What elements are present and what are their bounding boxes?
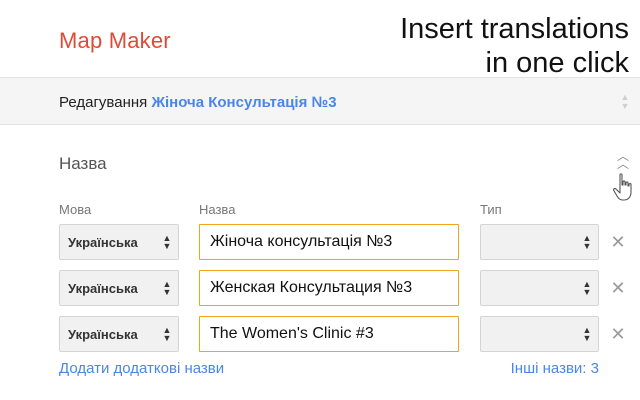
select-arrows-icon: ▲ ▼ xyxy=(162,325,172,343)
select-arrows-icon: ▲ ▼ xyxy=(162,233,172,251)
language-select[interactable]: Українська ▲ ▼ xyxy=(59,316,179,352)
editing-label: Редагування Жіноча Консультація №3 xyxy=(59,94,337,111)
select-arrows-icon: ▲ ▼ xyxy=(162,279,172,297)
language-select-value: Українська xyxy=(68,235,138,250)
feature-name-link[interactable]: Жіноча Консультація №3 xyxy=(151,94,336,111)
type-select[interactable]: ▲ ▼ xyxy=(480,270,599,306)
language-select-value: Українська xyxy=(68,327,138,342)
remove-icon[interactable]: ✕ xyxy=(609,324,627,344)
remove-icon[interactable]: ✕ xyxy=(609,232,627,252)
select-arrows-icon: ▲ ▼ xyxy=(582,233,592,251)
column-label-name: Назва xyxy=(199,202,236,217)
app-title: Map Maker xyxy=(59,28,171,53)
column-label-language: Мова xyxy=(59,202,92,217)
add-names-link[interactable]: Додати додаткові назви xyxy=(59,360,224,377)
type-select[interactable]: ▲ ▼ xyxy=(480,316,599,352)
column-label-type: Тип xyxy=(480,202,502,217)
type-select[interactable]: ▲ ▼ xyxy=(480,224,599,260)
select-arrows-icon: ▲ ▼ xyxy=(582,279,592,297)
name-row: Українська ▲▼ ▲▼ ✕ xyxy=(0,316,640,354)
promo-caption: Insert translations in one click xyxy=(400,12,629,80)
editing-bar: Редагування Жіноча Консультація №3 ▲ ▼ xyxy=(0,78,640,125)
other-names-link[interactable]: Інші назви: 3 xyxy=(511,360,599,377)
name-input[interactable] xyxy=(199,270,459,306)
name-row: Українська ▲▼ ▲▼ ✕ xyxy=(0,270,640,308)
scroll-arrows-icon[interactable]: ▲ ▼ xyxy=(620,93,630,111)
language-select[interactable]: Українська ▲ ▼ xyxy=(59,270,179,306)
promo-line-2: in one click xyxy=(485,47,629,79)
section-title: Назва xyxy=(59,154,107,173)
promo-line-1: Insert translations xyxy=(400,13,629,45)
hand-cursor-icon xyxy=(613,173,632,201)
name-row: Українська ▲▼ ▲▼ ✕ xyxy=(0,224,640,262)
language-select[interactable]: Українська ▲ ▼ xyxy=(59,224,179,260)
header: Map Maker Insert translations in one cli… xyxy=(0,0,640,80)
map-maker-panel: Map Maker Insert translations in one cli… xyxy=(0,0,640,400)
collapse-chevron-icon[interactable]: ︿ ︿ xyxy=(616,150,630,170)
editing-prefix: Редагування xyxy=(59,94,148,111)
language-select-value: Українська xyxy=(68,281,138,296)
name-input[interactable] xyxy=(199,316,459,352)
remove-icon[interactable]: ✕ xyxy=(609,278,627,298)
select-arrows-icon: ▲ ▼ xyxy=(582,325,592,343)
name-input[interactable] xyxy=(199,224,459,260)
